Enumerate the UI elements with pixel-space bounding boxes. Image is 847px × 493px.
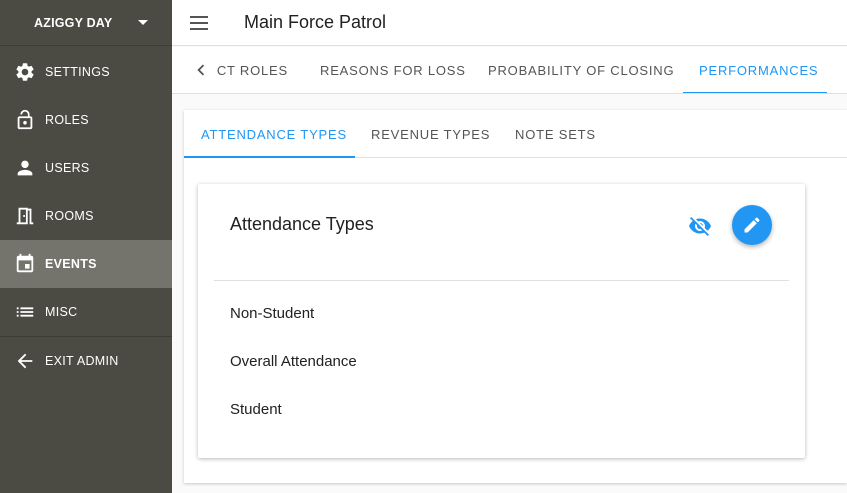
- sidebar-item-rooms[interactable]: ROOMS: [0, 192, 172, 240]
- door-icon: [14, 205, 36, 227]
- sidebar-item-label: EXIT ADMIN: [45, 354, 119, 368]
- sub-tabs: ATTENDANCE TYPES REVENUE TYPES NOTE SETS: [184, 110, 847, 158]
- sidebar-item-label: ROOMS: [45, 209, 94, 223]
- org-selector[interactable]: AZIGGY DAY: [0, 0, 172, 46]
- sidebar-item-label: MISC: [45, 305, 78, 319]
- org-name: AZIGGY DAY: [34, 15, 113, 30]
- sidebar: AZIGGY DAY SETTINGS ROLES USERS ROOMS EV…: [0, 0, 172, 493]
- person-icon: [14, 157, 36, 179]
- tab-probability-of-closing[interactable]: PROBABILITY OF CLOSING: [488, 47, 675, 93]
- sidebar-item-label: SETTINGS: [45, 65, 110, 79]
- calendar-icon: [14, 253, 36, 275]
- active-subtab-indicator: [184, 156, 355, 158]
- sidebar-item-events[interactable]: EVENTS: [0, 240, 172, 288]
- card-title: Attendance Types: [230, 214, 374, 234]
- main-tabs: CT ROLES REASONS FOR LOSS PROBABILITY OF…: [172, 47, 847, 94]
- top-bar: Main Force Patrol: [172, 0, 847, 46]
- tab-label: PERFORMANCES: [699, 63, 819, 78]
- tab-label: CT ROLES: [216, 63, 288, 78]
- lock-icon: [14, 109, 36, 131]
- list-item[interactable]: Non-Student: [230, 305, 314, 322]
- list-item[interactable]: Overall Attendance: [230, 353, 357, 370]
- tab-performances[interactable]: PERFORMANCES: [699, 47, 819, 93]
- page-title: Main Force Patrol: [244, 12, 387, 32]
- tab-reasons-for-loss[interactable]: REASONS FOR LOSS: [320, 47, 466, 93]
- card-divider: [214, 280, 789, 281]
- sidebar-item-users[interactable]: USERS: [0, 144, 172, 192]
- sidebar-item-label: USERS: [45, 161, 90, 175]
- sidebar-item-roles[interactable]: ROLES: [0, 96, 172, 144]
- attendance-types-card: Attendance Types Non-Student Overall Att…: [198, 184, 805, 458]
- content-panel: ATTENDANCE TYPES REVENUE TYPES NOTE SETS…: [184, 110, 847, 483]
- active-tab-indicator: [683, 92, 827, 93]
- menu-icon[interactable]: [190, 13, 210, 33]
- caret-down-icon: [138, 20, 148, 25]
- tab-attendance-types[interactable]: ATTENDANCE TYPES: [201, 110, 347, 158]
- chevron-left-icon[interactable]: [190, 59, 212, 81]
- sidebar-item-exit-admin[interactable]: EXIT ADMIN: [0, 337, 172, 385]
- tab-label: REVENUE TYPES: [371, 126, 491, 142]
- visibility-off-icon[interactable]: [687, 214, 713, 238]
- tab-label: PROBABILITY OF CLOSING: [488, 63, 675, 78]
- list-icon: [14, 301, 36, 323]
- edit-button[interactable]: [732, 205, 772, 245]
- gear-icon: [14, 61, 36, 83]
- tab-ct-roles[interactable]: CT ROLES: [216, 47, 288, 93]
- sidebar-item-label: ROLES: [45, 113, 89, 127]
- tab-label: ATTENDANCE TYPES: [201, 126, 347, 142]
- tab-label: REASONS FOR LOSS: [320, 63, 466, 78]
- sidebar-item-misc[interactable]: MISC: [0, 288, 172, 336]
- pencil-icon: [742, 215, 762, 235]
- tab-note-sets[interactable]: NOTE SETS: [515, 110, 596, 158]
- sidebar-item-settings[interactable]: SETTINGS: [0, 48, 172, 96]
- list-item[interactable]: Student: [230, 401, 282, 418]
- tab-revenue-types[interactable]: REVENUE TYPES: [371, 110, 490, 158]
- tab-label: NOTE SETS: [515, 126, 596, 142]
- sidebar-item-label: EVENTS: [45, 257, 97, 271]
- arrow-left-icon: [14, 350, 36, 372]
